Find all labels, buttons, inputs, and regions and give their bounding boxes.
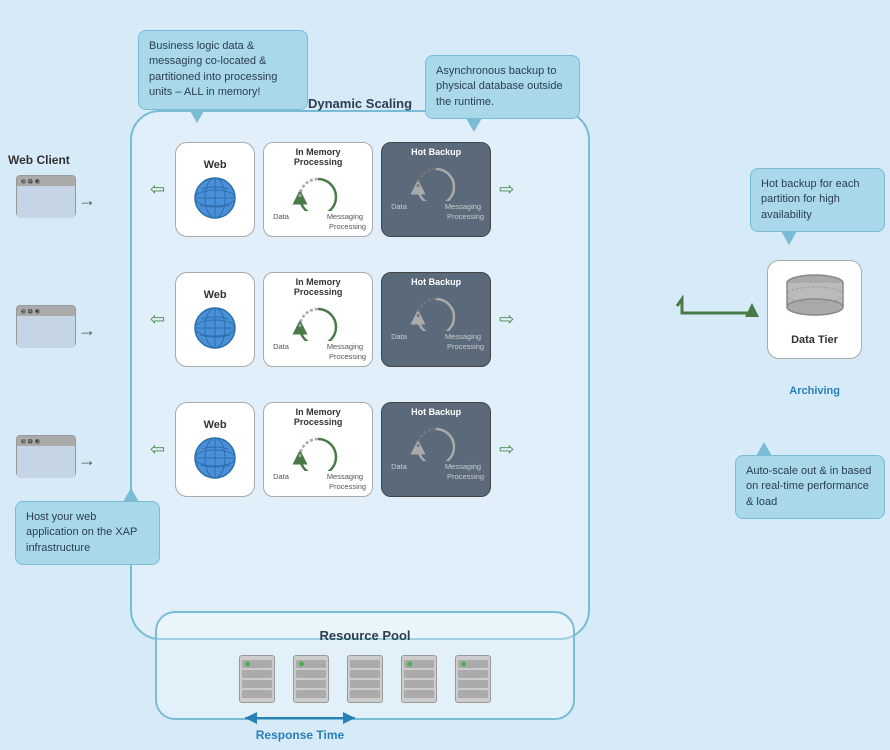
messaging-label-hot-2: Messaging: [445, 332, 481, 341]
messaging-label-2: Messaging: [327, 342, 363, 351]
servers-row: [177, 655, 553, 703]
data-label-hot-3: Data: [391, 462, 407, 471]
arrow-out-2: ⇨: [499, 309, 514, 330]
web-label-1: Web: [204, 159, 227, 171]
hot-box-1: Hot Backup Data Messaging Processing: [381, 142, 491, 237]
server-3: [347, 655, 383, 703]
web-client-arrow-3: →: [78, 450, 96, 471]
arrow-in-2: ⇦: [150, 309, 165, 330]
server-1: [239, 655, 275, 703]
hot-processing-label-2: Processing: [388, 342, 484, 351]
arrow-in-1: ⇦: [150, 179, 165, 200]
arrow-out-1: ⇨: [499, 179, 514, 200]
async-text: Asynchronous backup to physical database…: [436, 65, 563, 108]
data-label-1: Data: [273, 212, 289, 221]
server-5: [455, 655, 491, 703]
auto-scale-text: Auto-scale out & in based on real-time p…: [746, 465, 871, 508]
processing-label-2: Processing: [270, 352, 366, 361]
mem-title-3: In Memory Processing: [270, 407, 366, 427]
mem-title-2: In Memory Processing: [270, 277, 366, 297]
web-client-2: -□×: [16, 305, 76, 347]
response-time-label: Response Time: [256, 728, 344, 742]
server-2: [293, 655, 329, 703]
business-logic-callout: Business logic data & messaging co-locat…: [138, 30, 308, 110]
mem-title-1: In Memory Processing: [270, 147, 366, 167]
dynamic-scaling-label: Dynamic Scaling: [308, 96, 412, 111]
messaging-label-hot-3: Messaging: [445, 462, 481, 471]
data-label-3: Data: [273, 472, 289, 481]
cycle-icon-2: [283, 301, 353, 341]
hot-backup-text: Hot backup for each partition for high a…: [761, 178, 859, 221]
server-4: [401, 655, 437, 703]
row-3: ⇦ Web In Memory Processing: [150, 402, 514, 497]
globe-icon-1: [192, 175, 238, 221]
row-2: ⇦ Web In Memory Processing: [150, 272, 514, 367]
database-icon: [780, 273, 850, 323]
row-1: ⇦ Web In Memory Processing: [150, 142, 514, 237]
messaging-label-3: Messaging: [327, 472, 363, 481]
messaging-label-1: Messaging: [327, 212, 363, 221]
cycle-icon-1: [283, 171, 353, 211]
host-web-text: Host your web application on the XAP inf…: [26, 511, 137, 554]
processing-label-3: Processing: [270, 482, 366, 491]
response-time-container: Response Time: [240, 710, 360, 742]
data-label-hot-1: Data: [391, 202, 407, 211]
hot-backup-callout: Hot backup for each partition for high a…: [750, 168, 885, 232]
globe-icon-2: [192, 305, 238, 351]
cycle-icon-hot-3: [401, 421, 471, 461]
resource-pool-label: Resource Pool: [177, 628, 553, 643]
arrow-in-3: ⇦: [150, 439, 165, 460]
web-client-1: -□×: [16, 175, 76, 217]
web-box-2: Web: [175, 272, 255, 367]
main-to-datatier-arrow: [672, 295, 762, 322]
web-client-label: Web Client: [8, 153, 70, 167]
hot-processing-label-1: Processing: [388, 212, 484, 221]
globe-icon-3: [192, 435, 238, 481]
web-box-1: Web: [175, 142, 255, 237]
resource-pool-box: Resource Pool: [155, 611, 575, 720]
processing-label-1: Processing: [270, 222, 366, 231]
web-client-3: -□×: [16, 435, 76, 477]
hot-processing-label-3: Processing: [388, 472, 484, 481]
web-client-arrow-1: →: [78, 190, 96, 211]
main-container: Dynamic Scaling ⇦ Web In Memory Processi…: [130, 110, 590, 640]
web-box-3: Web: [175, 402, 255, 497]
hot-title-1: Hot Backup: [388, 147, 484, 157]
cycle-icon-hot-2: [401, 291, 471, 331]
archiving-label: Archiving: [789, 385, 840, 397]
mem-box-1: In Memory Processing Data Messaging Proc…: [263, 142, 373, 237]
web-label-3: Web: [204, 419, 227, 431]
hot-title-3: Hot Backup: [388, 407, 484, 417]
web-client-arrow-2: →: [78, 320, 96, 341]
mem-box-2: In Memory Processing Data Messaging Proc…: [263, 272, 373, 367]
web-label-2: Web: [204, 289, 227, 301]
data-label-hot-2: Data: [391, 332, 407, 341]
cycle-icon-hot-1: [401, 161, 471, 201]
host-web-callout: Host your web application on the XAP inf…: [15, 501, 160, 565]
data-label-2: Data: [273, 342, 289, 351]
mem-box-3: In Memory Processing Data Messaging Proc…: [263, 402, 373, 497]
arrow-out-3: ⇨: [499, 439, 514, 460]
hot-box-2: Hot Backup Data Messaging Processing: [381, 272, 491, 367]
response-time-arrow: [240, 710, 360, 726]
messaging-label-hot-1: Messaging: [445, 202, 481, 211]
data-tier-label: Data Tier: [776, 334, 853, 346]
auto-scale-callout: Auto-scale out & in based on real-time p…: [735, 455, 885, 519]
hot-title-2: Hot Backup: [388, 277, 484, 287]
business-logic-text: Business logic data & messaging co-locat…: [149, 40, 277, 98]
arrow-svg: [672, 295, 762, 317]
async-callout: Asynchronous backup to physical database…: [425, 55, 580, 119]
data-tier-box: Data Tier: [767, 260, 862, 359]
hot-box-3: Hot Backup Data Messaging Processing: [381, 402, 491, 497]
cycle-icon-3: [283, 431, 353, 471]
